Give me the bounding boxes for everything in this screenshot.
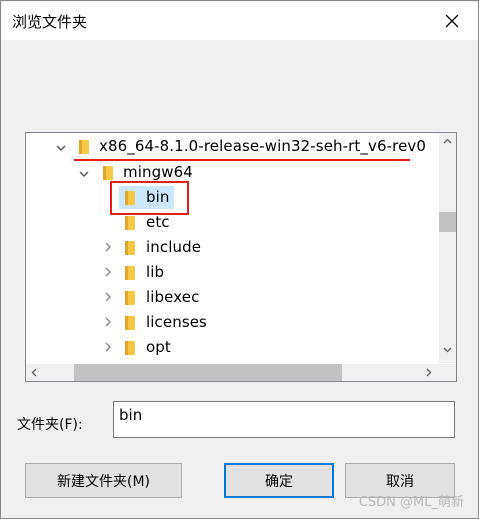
chevron-down-icon[interactable]: [55, 142, 67, 154]
vertical-scrollbar[interactable]: [439, 133, 456, 363]
tree-item-libexec[interactable]: libexec: [146, 288, 199, 306]
close-icon: [445, 14, 459, 28]
tree-root-label[interactable]: x86_64-8.1.0-release-win32-seh-rt_v6-rev…: [99, 137, 426, 155]
tree-item-licenses[interactable]: licenses: [146, 313, 207, 331]
horizontal-scrollbar[interactable]: [26, 364, 439, 381]
chevron-down-icon[interactable]: [78, 168, 90, 180]
folder-tree[interactable]: x86_64-8.1.0-release-win32-seh-rt_v6-rev…: [25, 132, 457, 382]
scroll-up-icon[interactable]: [442, 136, 453, 147]
scroll-right-icon[interactable]: [423, 367, 434, 378]
new-folder-button[interactable]: 新建文件夹(M): [25, 463, 182, 498]
folder-icon: [125, 266, 135, 280]
scrollbar-corner: [439, 364, 456, 381]
chevron-right-icon[interactable]: [102, 316, 114, 328]
folder-input[interactable]: bin: [113, 401, 455, 438]
watermark: CSDN @ML_萌新: [358, 495, 464, 510]
tree-item-bin[interactable]: bin: [146, 188, 170, 206]
tree-item-opt[interactable]: opt: [146, 338, 171, 356]
folder-field-label: 文件夹(F):: [17, 417, 83, 433]
folder-icon: [125, 241, 135, 255]
chevron-right-icon[interactable]: [102, 266, 114, 278]
chevron-right-icon[interactable]: [102, 241, 114, 253]
root-highlight-underline: [74, 159, 410, 161]
chevron-right-icon[interactable]: [102, 291, 114, 303]
folder-icon: [125, 216, 135, 230]
scroll-down-icon[interactable]: [442, 344, 453, 355]
folder-icon: [125, 341, 135, 355]
folder-icon: [79, 140, 89, 154]
close-button[interactable]: [432, 4, 472, 38]
tree-item-include[interactable]: include: [146, 238, 201, 256]
horizontal-scroll-thumb[interactable]: [74, 364, 342, 381]
title-bar: 浏览文件夹: [2, 2, 478, 40]
tree-item-lib[interactable]: lib: [146, 263, 164, 281]
scroll-left-icon[interactable]: [29, 367, 40, 378]
folder-icon: [103, 166, 113, 180]
dialog-title: 浏览文件夹: [12, 13, 88, 31]
tree-item-etc[interactable]: etc: [146, 213, 170, 231]
folder-icon: [125, 291, 135, 305]
browse-folder-dialog: 浏览文件夹 x86_64-8.1.0-release-win32-seh-rt_…: [0, 0, 479, 519]
folder-icon: [125, 191, 135, 205]
folder-icon: [125, 316, 135, 330]
tree-item-mingw64[interactable]: mingw64: [123, 163, 193, 181]
chevron-right-icon[interactable]: [102, 341, 114, 353]
vertical-scroll-thumb[interactable]: [439, 212, 456, 232]
ok-button[interactable]: 确定: [224, 463, 334, 498]
